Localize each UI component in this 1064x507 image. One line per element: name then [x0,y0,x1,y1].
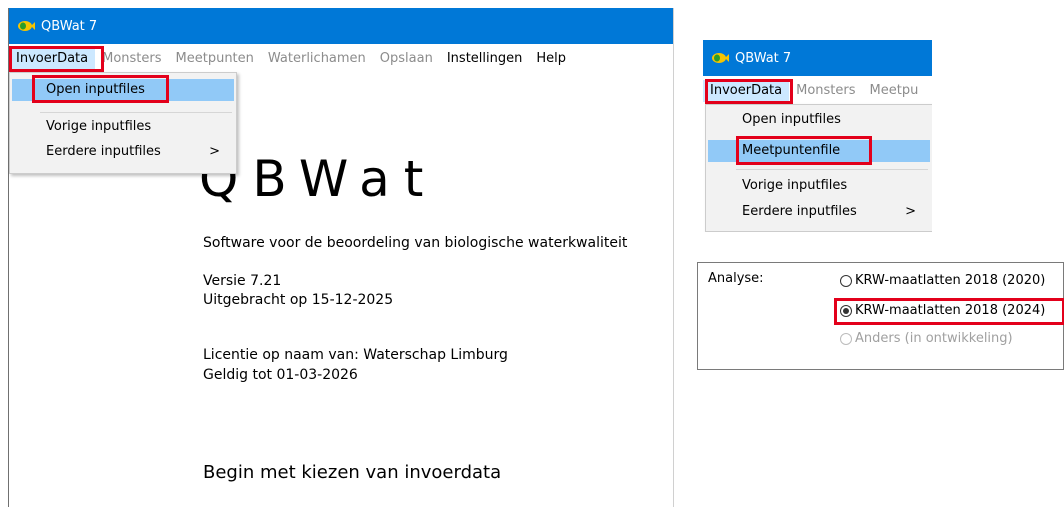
menuitem-vorige-inputfiles-label: Vorige inputfiles [46,119,152,134]
radio-option-krw-2020[interactable]: KRW-maatlatten 2018 (2020) [840,271,1045,291]
title-bar-2: QBWat 7 [703,40,932,76]
radio-button-selected-icon[interactable] [840,305,852,317]
app-description: Software voor de beoordeling van biologi… [203,235,628,251]
radio-option-anders-label: Anders (in ontwikkeling) [855,331,1013,346]
menuitem-meetpuntenfile[interactable]: Meetpuntenfile [708,140,930,162]
menu-invoerdata[interactable]: InvoerData [9,48,96,70]
menu-monsters[interactable]: Monsters [95,48,168,70]
radio-option-krw-2020-label: KRW-maatlatten 2018 (2020) [855,273,1046,288]
menu-monsters-2[interactable]: Monsters [789,80,862,102]
menu-bar-2: InvoerData Monsters Meetpu [703,80,932,102]
menu-separator-2 [736,169,928,170]
menu-meetpunten-2[interactable]: Meetpu [863,80,926,102]
qbwat-fish-icon [18,21,35,31]
submenu-arrow-icon: > [905,204,916,219]
menuitem-eerdere-inputfiles-2[interactable]: Eerdere inputfiles > [708,201,930,223]
menu-instellingen[interactable]: Instellingen [440,48,530,70]
radio-option-krw-2024-label: KRW-maatlatten 2018 (2024) [855,303,1046,318]
menu-meetpunten[interactable]: Meetpunten [169,48,261,70]
menuitem-open-inputfiles-2[interactable]: Open inputfiles [708,109,930,131]
menuitem-vorige-inputfiles-2-label: Vorige inputfiles [742,178,848,193]
invoerdata-dropdown-2: Open inputfiles Meetpuntenfile Vorige in… [705,104,932,232]
qbwat-fish-icon [712,53,729,63]
analyse-panel: Analyse: KRW-maatlatten 2018 (2020) KRW-… [697,262,1064,370]
window-title-2: QBWat 7 [735,50,792,66]
main-window: QBWat 7 InvoerData Monsters Meetpunten W… [8,8,674,507]
menuitem-eerdere-inputfiles[interactable]: Eerdere inputfiles > [12,141,234,163]
license-valid-label: Geldig tot 01-03-2026 [203,367,358,383]
begin-prompt: Begin met kiezen van invoerdata [203,462,502,483]
menuitem-open-inputfiles-2-label: Open inputfiles [742,112,841,127]
menu-opslaan[interactable]: Opslaan [373,48,440,70]
menuitem-eerdere-inputfiles-label: Eerdere inputfiles [46,144,161,159]
menu-invoerdata-2[interactable]: InvoerData [703,80,790,102]
radio-option-anders[interactable]: Anders (in ontwikkeling) [840,329,1013,349]
menuitem-open-inputfiles[interactable]: Open inputfiles [12,79,234,101]
window-title: QBWat 7 [41,18,98,34]
license-holder-label: Licentie op naam van: Waterschap Limburg [203,347,508,363]
menuitem-vorige-inputfiles[interactable]: Vorige inputfiles [12,116,234,138]
submenu-arrow-icon: > [209,144,220,159]
menu-bar: InvoerData Monsters Meetpunten Waterlich… [9,48,673,70]
menu-separator [40,112,232,113]
menu-waterlichamen[interactable]: Waterlichamen [261,48,373,70]
radio-button-disabled-icon [840,333,852,345]
analyse-label: Analyse: [708,271,764,286]
menu-help[interactable]: Help [529,48,573,70]
radio-option-krw-2024[interactable]: KRW-maatlatten 2018 (2024) [840,301,1045,321]
menuitem-meetpuntenfile-label: Meetpuntenfile [742,143,841,158]
menuitem-open-inputfiles-label: Open inputfiles [46,82,145,97]
title-bar: QBWat 7 [9,8,673,44]
second-window: QBWat 7 InvoerData Monsters Meetpu Open … [703,40,932,232]
invoerdata-dropdown: Open inputfiles Vorige inputfiles Eerder… [9,72,237,174]
menuitem-vorige-inputfiles-2[interactable]: Vorige inputfiles [708,175,930,197]
radio-button-icon[interactable] [840,275,852,287]
version-label: Versie 7.21 [203,273,282,289]
menuitem-eerdere-inputfiles-2-label: Eerdere inputfiles [742,204,857,219]
release-date-label: Uitgebracht op 15-12-2025 [203,292,394,308]
